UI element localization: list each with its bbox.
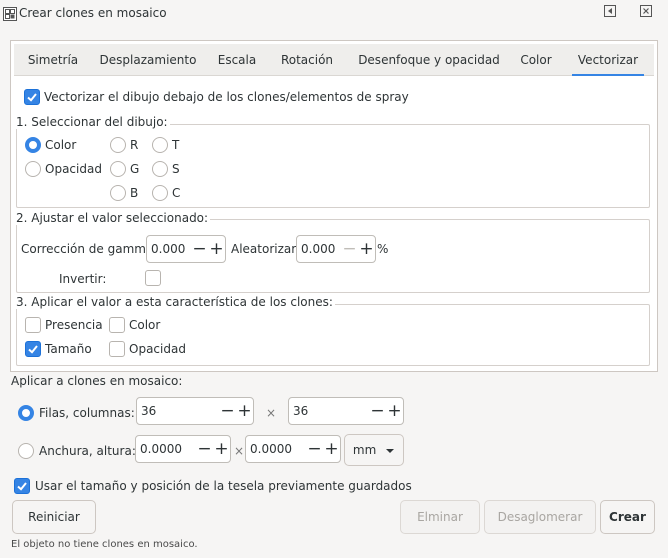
tab-vectorize[interactable]: Vectorizar bbox=[570, 44, 646, 76]
section3-title: 3. Aplicar el valor a esta característic… bbox=[14, 295, 335, 309]
radio-c-label: C bbox=[172, 186, 181, 200]
section1-title: 1. Seleccionar del dibujo: bbox=[14, 115, 170, 129]
size-label: Tamaño bbox=[45, 342, 92, 356]
radio-g[interactable] bbox=[110, 161, 126, 177]
width-value: 0.0000 bbox=[140, 442, 182, 456]
cols-spinbox[interactable]: 36 − + bbox=[288, 397, 404, 425]
minus-icon[interactable]: − bbox=[196, 436, 213, 462]
width-spinbox[interactable]: 0.0000 − + bbox=[135, 435, 231, 463]
presence-label: Presencia bbox=[45, 318, 103, 332]
remove-button[interactable]: Elminar bbox=[400, 500, 480, 534]
close-icon[interactable] bbox=[638, 3, 654, 19]
unclump-button[interactable]: Desaglomerar bbox=[484, 500, 596, 534]
color-checkbox[interactable] bbox=[109, 317, 125, 333]
plus-icon[interactable]: + bbox=[236, 398, 253, 424]
chevron-down-icon bbox=[386, 448, 395, 453]
radio-r[interactable] bbox=[110, 137, 126, 153]
radio-b-label: B bbox=[130, 186, 139, 200]
randomize-value: 0.000 bbox=[301, 242, 336, 256]
radio-s-label: S bbox=[172, 162, 180, 176]
app-icon bbox=[3, 7, 17, 21]
invert-label: Invertir: bbox=[59, 272, 107, 286]
vectorize-checkbox[interactable] bbox=[24, 89, 40, 105]
gamma-spinbox[interactable]: 0.000 − + bbox=[146, 235, 226, 263]
use-saved-checkbox[interactable] bbox=[14, 478, 30, 494]
window-title: Crear clones en mosaico bbox=[19, 6, 167, 20]
randomize-spinbox[interactable]: 0.000 − + bbox=[296, 235, 376, 263]
plus-icon[interactable]: + bbox=[323, 436, 340, 462]
rows-spinbox[interactable]: 36 − + bbox=[136, 397, 254, 425]
title-bar: Crear clones en mosaico bbox=[0, 0, 668, 30]
section2-title: 2. Ajustar el valor seleccionado: bbox=[14, 211, 211, 225]
check-icon bbox=[17, 482, 27, 491]
minus-icon[interactable]: − bbox=[191, 236, 208, 262]
presence-checkbox[interactable] bbox=[25, 317, 41, 333]
radio-width-height[interactable] bbox=[18, 443, 34, 459]
times-symbol-2: × bbox=[234, 444, 245, 458]
opacity-checkbox[interactable] bbox=[109, 341, 125, 357]
radio-b[interactable] bbox=[110, 185, 126, 201]
radio-color[interactable] bbox=[25, 137, 41, 153]
tab-bar: Simetría Desplazamiento Escala Rotación … bbox=[14, 44, 654, 76]
height-spinbox[interactable]: 0.0000 − + bbox=[245, 435, 341, 463]
plus-icon[interactable]: + bbox=[208, 236, 225, 262]
status-text: El objeto no tiene clones en mosaico. bbox=[11, 539, 198, 550]
tab-color[interactable]: Color bbox=[516, 44, 556, 76]
height-value: 0.0000 bbox=[250, 442, 292, 456]
cols-value: 36 bbox=[293, 404, 309, 418]
check-icon bbox=[28, 345, 38, 354]
opacity-label: Opacidad bbox=[129, 342, 186, 356]
radio-c[interactable] bbox=[152, 185, 168, 201]
radio-opacity-label: Opacidad bbox=[45, 162, 102, 176]
randomize-label: Aleatorizar: bbox=[231, 242, 301, 256]
gamma-value: 0.000 bbox=[151, 242, 186, 256]
invert-checkbox[interactable] bbox=[145, 270, 161, 286]
rows-cols-label: Filas, columnas: bbox=[39, 406, 135, 420]
minus-icon[interactable]: − bbox=[219, 398, 236, 424]
minus-icon[interactable]: − bbox=[369, 398, 386, 424]
color-label: Color bbox=[129, 318, 161, 332]
plus-icon[interactable]: + bbox=[213, 436, 230, 462]
width-height-label: Anchura, altura: bbox=[39, 444, 136, 458]
check-icon bbox=[27, 93, 37, 102]
radio-s[interactable] bbox=[152, 161, 168, 177]
reset-button[interactable]: Reiniciar bbox=[12, 500, 96, 534]
tab-shift[interactable]: Desplazamiento bbox=[98, 44, 198, 76]
tab-rotation[interactable]: Rotación bbox=[276, 44, 338, 76]
radio-rows-cols[interactable] bbox=[18, 405, 34, 421]
plus-icon[interactable]: + bbox=[386, 398, 403, 424]
percent-label: % bbox=[377, 242, 389, 256]
tab-symmetry[interactable]: Simetría bbox=[22, 44, 84, 76]
radio-t-label: T bbox=[172, 138, 180, 152]
dock-icon[interactable] bbox=[602, 3, 618, 19]
tab-scale[interactable]: Escala bbox=[212, 44, 262, 76]
unit-dropdown[interactable]: mm bbox=[344, 434, 404, 466]
radio-opacity[interactable] bbox=[25, 161, 41, 177]
tab-blur-opacity[interactable]: Desenfoque y opacidad bbox=[354, 44, 504, 76]
use-saved-label: Usar el tamaño y posición de la tesela p… bbox=[35, 479, 412, 493]
vectorize-label: Vectorizar el dibujo debajo de los clone… bbox=[44, 90, 409, 104]
size-checkbox[interactable] bbox=[25, 341, 41, 357]
plus-icon[interactable]: + bbox=[358, 236, 375, 262]
radio-color-label: Color bbox=[45, 138, 77, 152]
radio-t[interactable] bbox=[152, 137, 168, 153]
minus-icon[interactable]: − bbox=[341, 236, 358, 262]
apply-title: Aplicar a clones en mosaico: bbox=[11, 374, 183, 388]
unit-value: mm bbox=[352, 443, 377, 457]
radio-r-label: R bbox=[130, 138, 139, 152]
minus-icon[interactable]: − bbox=[306, 436, 323, 462]
rows-value: 36 bbox=[141, 404, 157, 418]
radio-g-label: G bbox=[130, 162, 140, 176]
times-symbol: × bbox=[266, 406, 277, 420]
create-button[interactable]: Crear bbox=[600, 500, 655, 534]
gamma-label: Corrección de gamma: bbox=[21, 242, 158, 256]
